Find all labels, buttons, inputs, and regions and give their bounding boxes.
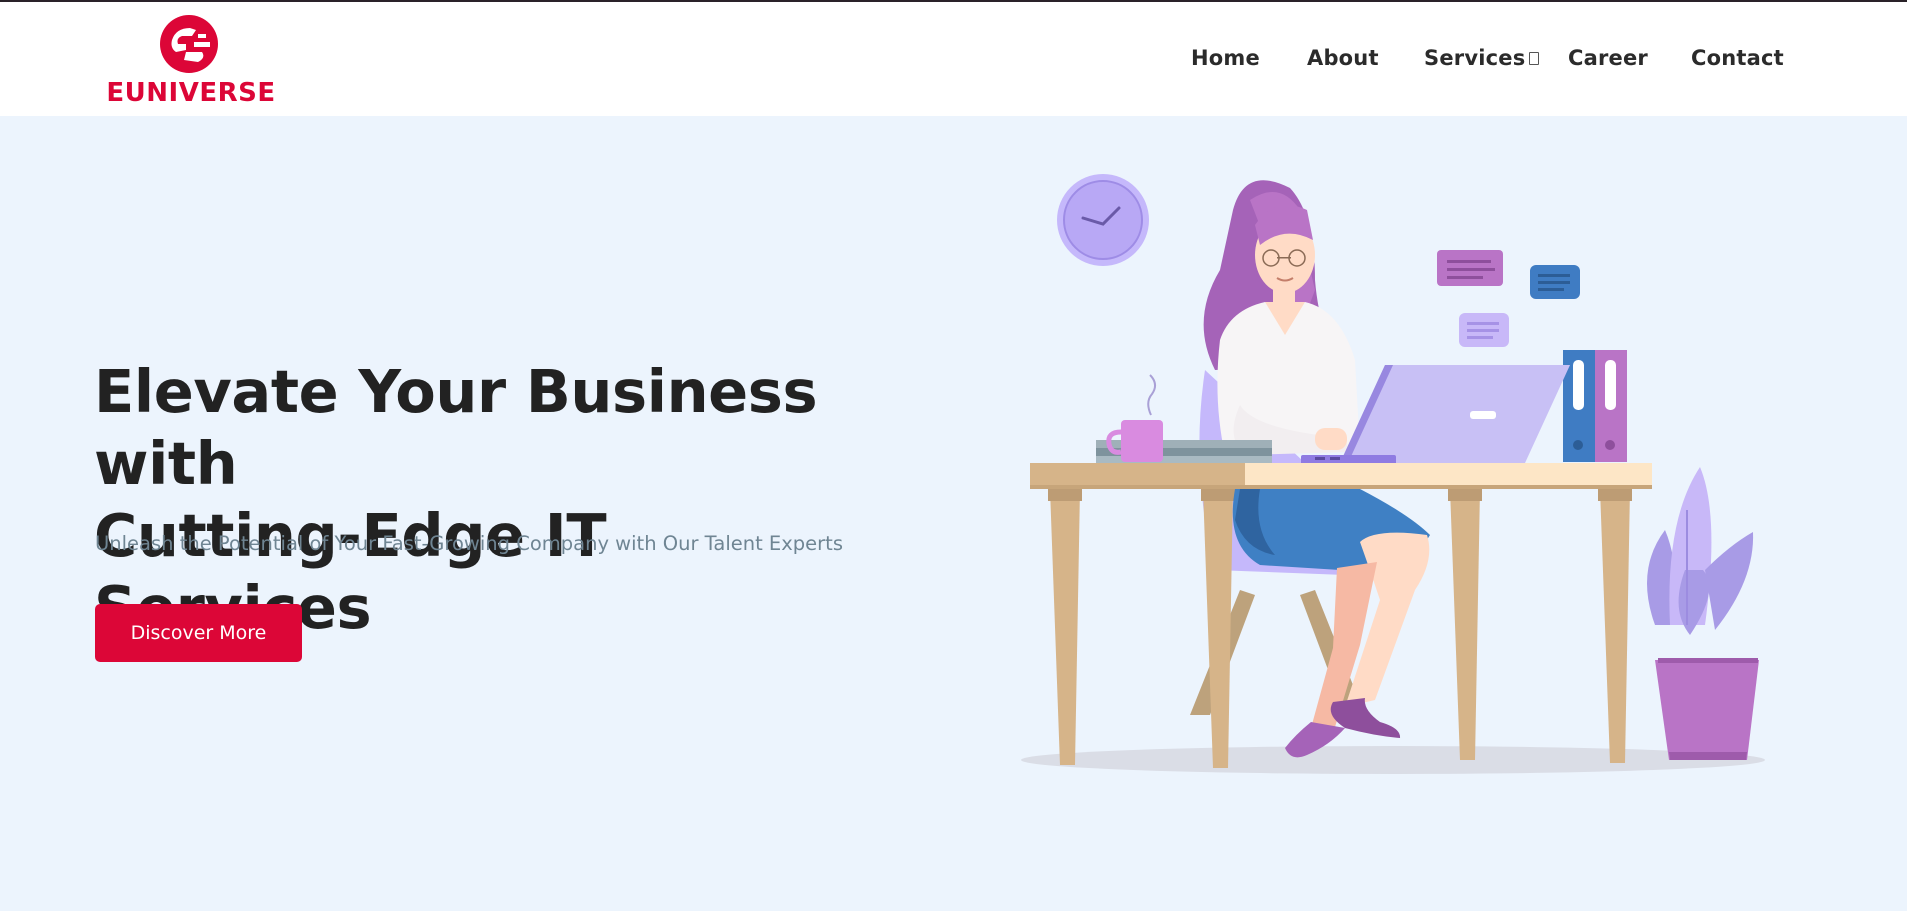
svg-text:EUNIVERSE: EUNIVERSE — [106, 78, 275, 106]
nav-contact[interactable]: Contact — [1691, 46, 1784, 70]
chevron-down-icon[interactable] — [1529, 52, 1539, 65]
nav-career[interactable]: Career — [1568, 46, 1648, 70]
brand-logo[interactable]: EUNIVERSE — [106, 14, 276, 106]
woman-at-desk-illustration — [1015, 170, 1790, 790]
nav-home[interactable]: Home — [1191, 46, 1260, 70]
discover-more-button[interactable]: Discover More — [95, 604, 302, 662]
illustration-icon — [1021, 174, 1765, 774]
hero-subtitle: Unleash the Potential of Your Fast-Growi… — [95, 532, 843, 555]
hero-title: Elevate Your Business with Cutting-Edge … — [94, 356, 894, 644]
hero-title-line1: Elevate Your Business with — [94, 357, 818, 498]
nav-services[interactable]: Services — [1424, 46, 1525, 70]
site-header: EUNIVERSE Home About Services Career Con… — [0, 2, 1907, 116]
euniverse-logo-icon: EUNIVERSE — [106, 15, 275, 106]
nav-about[interactable]: About — [1307, 46, 1379, 70]
